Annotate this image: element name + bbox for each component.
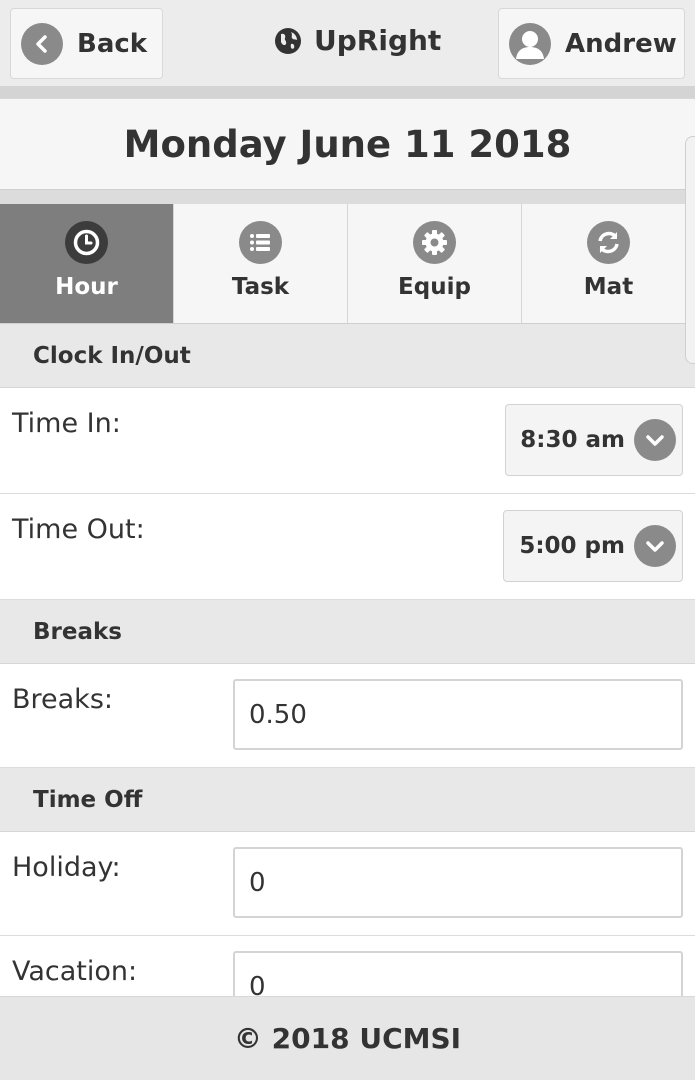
vacation-label: Vacation: [12, 956, 138, 987]
tab-task-label: Task [231, 274, 290, 300]
holiday-row: Holiday: 0 [0, 832, 695, 936]
time-in-row: Time In: 8:30 am [0, 388, 695, 494]
tab-hour-label: Hour [55, 274, 118, 300]
time-out-row: Time Out: 5:00 pm [0, 494, 695, 600]
vacation-row: Vacation: 0 [0, 936, 695, 996]
tab-mat[interactable]: Mat [522, 204, 695, 323]
tab-equip-label: Equip [398, 274, 471, 300]
header-bar: Back UpRight Andrew [0, 0, 695, 86]
gear-icon [413, 221, 456, 264]
user-name: Andrew [565, 28, 677, 59]
date-divider [0, 190, 695, 204]
user-avatar-icon [509, 22, 551, 65]
chevron-down-icon [634, 525, 676, 567]
tab-task[interactable]: Task [174, 204, 348, 323]
back-button[interactable]: Back [10, 8, 163, 79]
time-out-label: Time Out: [12, 514, 145, 545]
user-button[interactable]: Andrew [498, 8, 685, 79]
chevron-left-icon [21, 22, 63, 65]
holiday-input[interactable]: 0 [233, 847, 683, 918]
date-title: Monday June 11 2018 [0, 98, 695, 190]
time-in-label: Time In: [12, 408, 121, 439]
time-out-value: 5:00 pm [519, 533, 625, 559]
tab-equip[interactable]: Equip [348, 204, 522, 323]
vacation-input[interactable]: 0 [233, 951, 683, 996]
app-brand: UpRight [274, 24, 441, 57]
refresh-icon [587, 221, 630, 264]
list-icon [239, 221, 282, 264]
time-in-value: 8:30 am [520, 427, 625, 453]
hour-form: Clock In/Out Time In: 8:30 am Time Out: … [0, 324, 695, 996]
section-breaks-title: Breaks [0, 600, 695, 664]
globe-icon [275, 27, 301, 54]
breaks-label: Breaks: [12, 684, 113, 715]
side-panel-handle[interactable] [685, 136, 695, 364]
section-clock-title: Clock In/Out [0, 324, 695, 388]
back-label: Back [77, 28, 148, 59]
brand-name: UpRight [314, 24, 442, 57]
holiday-label: Holiday: [12, 852, 121, 883]
time-out-select[interactable]: 5:00 pm [503, 510, 683, 582]
footer-copyright: © 2018 UCMSI [0, 996, 695, 1080]
breaks-row: Breaks: 0.50 [0, 664, 695, 768]
tab-mat-label: Mat [583, 274, 634, 300]
breaks-input[interactable]: 0.50 [233, 679, 683, 750]
tab-bar: Hour Task Equip Mat [0, 204, 695, 324]
header-divider [0, 86, 695, 98]
tab-hour[interactable]: Hour [0, 204, 174, 323]
clock-icon [65, 221, 108, 264]
time-in-select[interactable]: 8:30 am [505, 404, 683, 476]
section-time-off-title: Time Off [0, 768, 695, 832]
chevron-down-icon [634, 419, 676, 461]
